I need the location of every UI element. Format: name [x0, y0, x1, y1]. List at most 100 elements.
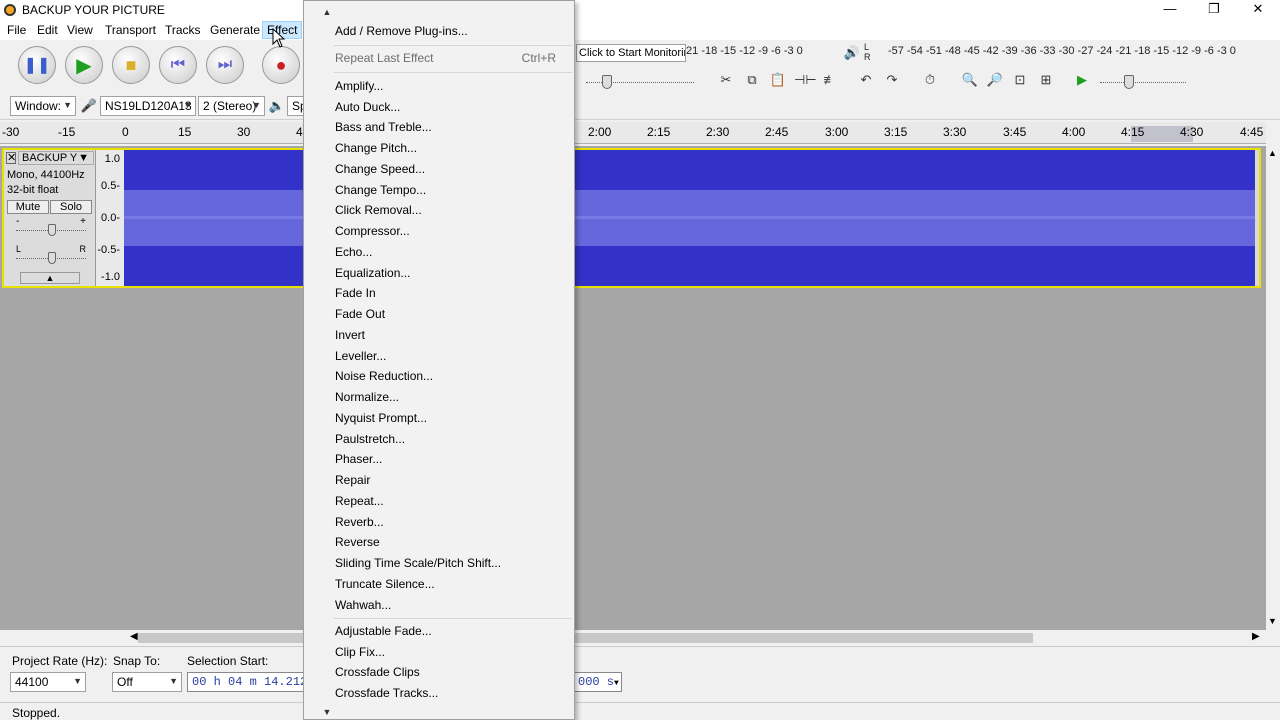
stop-button[interactable]: ■ — [112, 46, 150, 84]
close-button[interactable]: ✕ — [1236, 0, 1280, 20]
copy-icon[interactable]: ⧉ — [742, 70, 762, 90]
vertical-scrollbar[interactable]: ▲ ▼ — [1266, 146, 1280, 630]
menu-item-change-pitch[interactable]: Change Pitch... — [304, 138, 574, 158]
horizontal-scroll-thumb[interactable] — [138, 633, 1033, 643]
trim-icon[interactable]: ⊣⊢ — [794, 70, 817, 90]
audio-track[interactable]: ✕ BACKUP Y ▼ Mono, 44100Hz 32-bit float … — [2, 148, 1261, 288]
menu-tracks[interactable]: Tracks — [161, 22, 205, 38]
menu-item-normalize[interactable]: Normalize... — [304, 387, 574, 407]
menu-item-crossfade-tracks[interactable]: Crossfade Tracks... — [304, 683, 574, 703]
menu-item-reverb[interactable]: Reverb... — [304, 512, 574, 532]
menu-item-repair[interactable]: Repair — [304, 470, 574, 490]
chevron-down-icon: ▼ — [252, 100, 261, 110]
menu-item-compressor[interactable]: Compressor... — [304, 221, 574, 241]
paste-icon[interactable]: 📋 — [768, 70, 788, 90]
zoom-in-icon[interactable]: 🔍 — [960, 70, 980, 90]
timeline-ruler[interactable]: -30 -15 0 15 30 4 2:00 2:15 2:30 2:45 3:… — [0, 122, 1266, 144]
selection-end-time[interactable]: 000 s▼ — [574, 672, 622, 692]
selection-toolbar: Project Rate (Hz): 44100 ▼ Snap To: Off ▼ … — [0, 646, 1280, 702]
menu-item-equalization[interactable]: Equalization... — [304, 263, 574, 283]
playback-meter[interactable]: -57 -54 -51 -48 -45 -42 -39 -36 -33 -30 … — [888, 45, 1262, 57]
menu-item-click-removal[interactable]: Click Removal... — [304, 200, 574, 220]
recording-device-select[interactable]: NS19LD120A13 ▼ — [100, 96, 196, 116]
waveform[interactable] — [124, 150, 1255, 286]
vertical-amplitude-scale[interactable]: 1.0 0.5- 0.0- -0.5- -1.0 — [96, 150, 124, 286]
horizontal-scrollbar[interactable]: ◀ ▶ — [128, 630, 1266, 646]
menu-item-sliding-time-scale-pitch-shift[interactable]: Sliding Time Scale/Pitch Shift... — [304, 553, 574, 573]
menu-item-leveller[interactable]: Leveller... — [304, 346, 574, 366]
menu-item-phaser[interactable]: Phaser... — [304, 449, 574, 469]
fit-selection-icon[interactable]: ⊡ — [1010, 70, 1030, 90]
playback-device-select[interactable]: Sp — [287, 96, 303, 116]
menu-item-auto-duck[interactable]: Auto Duck... — [304, 97, 574, 117]
menu-item-repeat-last-effect[interactable]: Repeat Last Effect Ctrl+R — [304, 48, 574, 68]
scroll-left-icon[interactable]: ◀ — [130, 631, 138, 642]
redo-icon[interactable]: ↷ — [882, 70, 902, 90]
menu-item-truncate-silence[interactable]: Truncate Silence... — [304, 574, 574, 594]
playback-speed-slider[interactable] — [1100, 74, 1188, 90]
chevron-down-icon: ▼ — [183, 100, 192, 110]
menu-item-nyquist-prompt[interactable]: Nyquist Prompt... — [304, 408, 574, 428]
zoom-out-icon[interactable]: 🔎 — [985, 70, 1005, 90]
gain-slider[interactable]: - + — [12, 216, 90, 238]
menu-item-reverse[interactable]: Reverse — [304, 532, 574, 552]
menu-item-repeat[interactable]: Repeat... — [304, 491, 574, 511]
menu-edit[interactable]: Edit — [33, 22, 62, 38]
channels-select[interactable]: 2 (Stereo) ▼ — [198, 96, 265, 116]
scroll-down-icon[interactable]: ▼ — [1268, 616, 1277, 626]
silence-icon[interactable]: ≢ — [820, 70, 840, 90]
play-button[interactable]: ▶ — [65, 46, 103, 84]
project-rate-select[interactable]: 44100 ▼ — [10, 672, 86, 692]
menu-item-crossfade-clips[interactable]: Crossfade Clips — [304, 662, 574, 682]
start-monitoring-button[interactable]: Click to Start Monitoring — [576, 44, 686, 62]
menu-transport[interactable]: Transport — [101, 22, 160, 38]
menu-item-invert[interactable]: Invert — [304, 325, 574, 345]
snap-to-select[interactable]: Off ▼ — [112, 672, 182, 692]
menu-file[interactable]: File — [3, 22, 30, 38]
skip-to-start-button[interactable]: ⏮ — [159, 46, 197, 84]
menu-scroll-up-icon[interactable]: ▲ — [321, 6, 333, 18]
menu-item-add-remove-plugins[interactable]: Add / Remove Plug-ins... — [304, 21, 574, 41]
menu-item-amplify[interactable]: Amplify... — [304, 76, 574, 96]
menu-item-bass-and-treble[interactable]: Bass and Treble... — [304, 117, 574, 137]
track-name-menu[interactable]: BACKUP Y ▼ — [18, 151, 94, 165]
mute-button[interactable]: Mute — [7, 200, 49, 214]
menu-view[interactable]: View — [63, 22, 97, 38]
close-track-icon[interactable]: ✕ — [6, 152, 16, 164]
skip-to-end-button[interactable]: ⏭ — [206, 46, 244, 84]
menu-item-wahwah[interactable]: Wahwah... — [304, 595, 574, 615]
sync-lock-icon[interactable]: ⏱ — [920, 70, 940, 90]
audio-host-select[interactable]: Window: ▼ — [10, 96, 76, 116]
scroll-up-icon[interactable]: ▲ — [1268, 148, 1277, 158]
menu-item-adjustable-fade[interactable]: Adjustable Fade... — [304, 621, 574, 641]
menu-item-echo[interactable]: Echo... — [304, 242, 574, 262]
pan-slider[interactable]: L R — [12, 244, 90, 266]
effect-menu[interactable]: ▲ Add / Remove Plug-ins... Repeat Last E… — [303, 0, 575, 720]
fit-project-icon[interactable]: ⊞ — [1036, 70, 1056, 90]
play-at-speed-icon[interactable]: ▶ — [1072, 70, 1092, 90]
cut-icon[interactable]: ✂ — [716, 70, 736, 90]
menu-item-change-speed[interactable]: Change Speed... — [304, 159, 574, 179]
menu-item-fade-in[interactable]: Fade In — [304, 283, 574, 303]
collapse-track-icon[interactable]: ▲ — [20, 272, 80, 284]
undo-icon[interactable]: ↶ — [856, 70, 876, 90]
menu-item-clip-fix[interactable]: Clip Fix... — [304, 642, 574, 662]
menu-item-paulstretch[interactable]: Paulstretch... — [304, 429, 574, 449]
recording-volume-slider[interactable] — [586, 74, 696, 90]
pause-button[interactable]: ❚❚ — [18, 46, 56, 84]
track-area[interactable]: ✕ BACKUP Y ▼ Mono, 44100Hz 32-bit float … — [0, 146, 1266, 630]
solo-button[interactable]: Solo — [50, 200, 92, 214]
menu-scroll-down-icon[interactable]: ▼ — [321, 706, 333, 718]
minimize-button[interactable]: — — [1148, 0, 1192, 20]
menu-item-noise-reduction[interactable]: Noise Reduction... — [304, 366, 574, 386]
record-meter[interactable]: 21 -18 -15 -12 -9 -6 -3 0 — [686, 45, 828, 57]
ruler-tick: 2:30 — [706, 125, 730, 139]
menu-item-fade-out[interactable]: Fade Out — [304, 304, 574, 324]
scroll-right-icon[interactable]: ▶ — [1252, 631, 1260, 642]
chevron-down-icon: ▼ — [614, 679, 619, 688]
menu-generate[interactable]: Generate — [206, 22, 264, 38]
menu-item-change-tempo[interactable]: Change Tempo... — [304, 180, 574, 200]
restore-button[interactable]: ❐ — [1192, 0, 1236, 20]
record-button[interactable]: ● — [262, 46, 300, 84]
selection-start-time[interactable]: 00 h 04 m 14.212 — [187, 672, 305, 692]
